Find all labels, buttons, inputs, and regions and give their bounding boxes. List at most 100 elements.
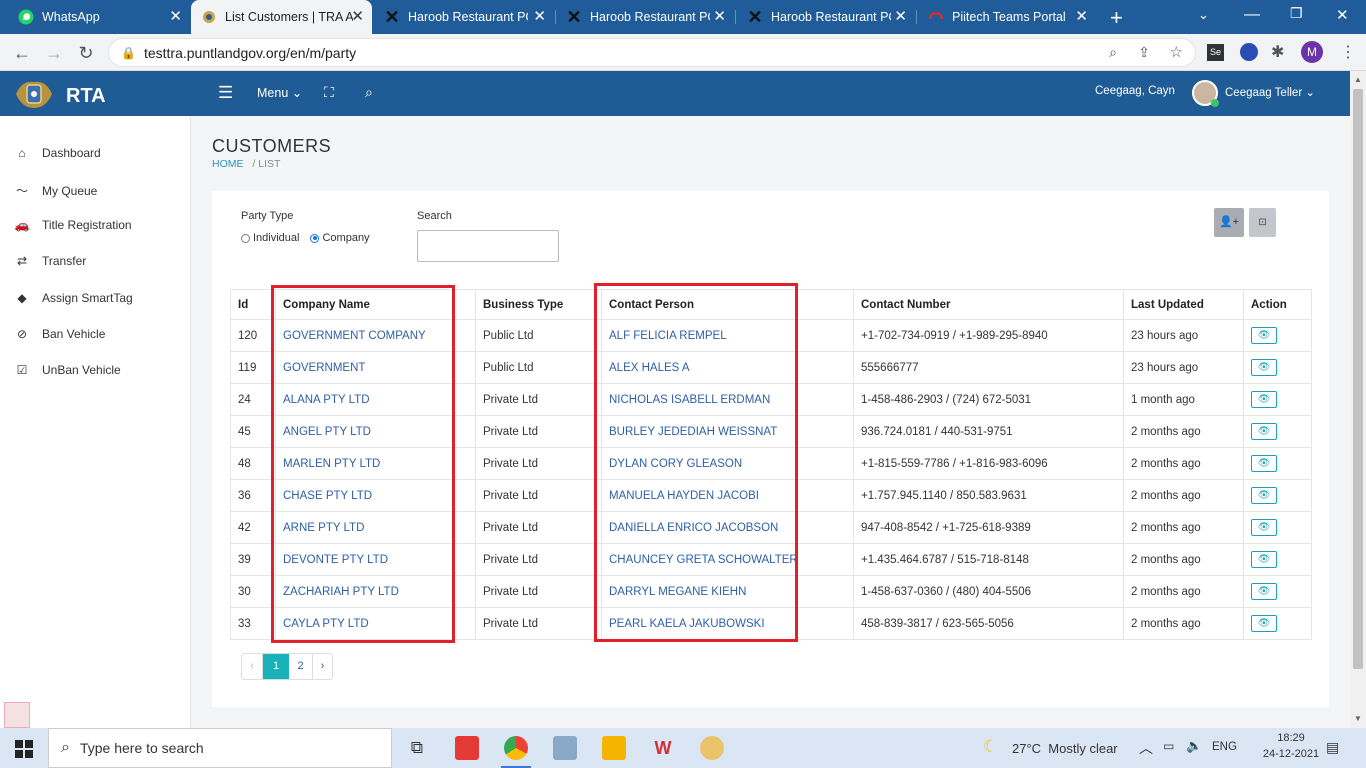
- sidebar-item-assign-smarttag[interactable]: ◆ Assign SmartTag: [14, 291, 132, 305]
- windows-start-icon[interactable]: [15, 740, 33, 758]
- menu-dropdown[interactable]: Menu ⌄: [257, 85, 302, 100]
- tray-chevron-icon[interactable]: ︿: [1139, 738, 1153, 758]
- pagination-page-1[interactable]: 1: [263, 654, 289, 679]
- cell-business-type: Private Ltd: [475, 543, 602, 576]
- x-logo-icon: ✕: [384, 6, 400, 27]
- sidebar-item-dashboard[interactable]: ⌂ Dashboard: [14, 146, 100, 160]
- taskbar-search-placeholder: Type here to search: [79, 740, 204, 756]
- col-header-contact-number[interactable]: Contact Number: [853, 289, 1124, 320]
- sidebar-item-ban-vehicle[interactable]: ⊘ Ban Vehicle: [14, 327, 105, 341]
- extensions-puzzle-icon[interactable]: ✱: [1271, 42, 1284, 62]
- view-eye-icon[interactable]: 👁: [1251, 455, 1277, 472]
- volume-muted-icon[interactable]: 🔈: [1186, 738, 1202, 754]
- tab-piitech[interactable]: Piitech Teams Portal ✕: [918, 0, 1096, 34]
- file-explorer-icon[interactable]: [602, 736, 626, 760]
- rta-logo[interactable]: [12, 76, 56, 112]
- weather-widget[interactable]: 27°C Mostly clear: [1012, 741, 1118, 756]
- task-view-icon[interactable]: ⧉: [405, 736, 429, 760]
- bookmark-star-icon[interactable]: ☆: [1170, 43, 1183, 61]
- view-eye-icon[interactable]: 👁: [1251, 615, 1277, 632]
- back-icon[interactable]: ←: [10, 41, 34, 65]
- url-input[interactable]: 🔒 testtra.puntlandgov.org/en/m/party ⌕ ⇪…: [108, 38, 1196, 67]
- close-icon[interactable]: ✕: [713, 9, 726, 24]
- brand-title: RTA: [66, 85, 106, 107]
- notes-app-icon[interactable]: [553, 736, 577, 760]
- radio-individual[interactable]: [241, 233, 250, 243]
- restore-icon[interactable]: ❐: [1290, 5, 1303, 22]
- view-eye-icon[interactable]: 👁: [1251, 423, 1277, 440]
- pagination: ‹ 1 2 ›: [241, 653, 333, 680]
- col-header-action: Action: [1243, 289, 1312, 320]
- col-header-last-updated[interactable]: Last Updated: [1123, 289, 1244, 320]
- search-input[interactable]: [417, 230, 559, 262]
- view-eye-icon[interactable]: 👁: [1251, 391, 1277, 408]
- tab-haroob-2[interactable]: ✕ Haroob Restaurant PC ✕: [556, 0, 734, 34]
- network-icon[interactable]: ▭: [1163, 739, 1174, 753]
- sidebar-item-label: My Queue: [42, 183, 98, 198]
- view-eye-icon[interactable]: 👁: [1251, 551, 1277, 568]
- minimize-icon[interactable]: —: [1244, 6, 1260, 24]
- language-indicator[interactable]: ENG: [1212, 741, 1237, 753]
- app-widget-icon[interactable]: [4, 702, 30, 728]
- tab-haroob-1[interactable]: ✕ Haroob Restaurant PC ✕: [374, 0, 554, 34]
- fullscreen-icon[interactable]: ⛶: [324, 84, 334, 101]
- col-header-business-type[interactable]: Business Type: [475, 289, 602, 320]
- taskbar-search-box[interactable]: ⌕ Type here to search: [48, 728, 392, 768]
- sidebar-item-title-registration[interactable]: 🚗 Title Registration: [14, 218, 132, 232]
- share-icon[interactable]: ⇪: [1138, 44, 1150, 61]
- search-icon[interactable]: ⌕: [365, 84, 373, 101]
- tab-search-chevron-icon[interactable]: ⌄: [1198, 7, 1209, 23]
- reload-icon[interactable]: ↻: [74, 41, 98, 65]
- view-eye-icon[interactable]: 👁: [1251, 359, 1277, 376]
- tab-list-customers[interactable]: List Customers | TRA A ✕: [191, 0, 372, 34]
- zoom-icon[interactable]: ⌕: [1109, 44, 1117, 61]
- close-icon[interactable]: ✕: [169, 9, 182, 24]
- window-close-icon[interactable]: ✕: [1336, 6, 1349, 24]
- cell-id: 30: [230, 575, 276, 608]
- tab-haroob-3[interactable]: ✕ Haroob Restaurant PC ✕: [737, 0, 915, 34]
- radio-individual-label: Individual: [253, 232, 300, 244]
- pagination-next[interactable]: ›: [313, 654, 332, 679]
- view-eye-icon[interactable]: 👁: [1251, 487, 1277, 504]
- scrollbar-thumb[interactable]: [1353, 89, 1363, 669]
- sidebar-item-transfer[interactable]: ⇄ Transfer: [14, 254, 86, 268]
- extension-shield-icon[interactable]: [1240, 43, 1258, 61]
- view-eye-icon[interactable]: 👁: [1251, 327, 1277, 344]
- address-bar-row: ← → ↻ 🔒 testtra.puntlandgov.org/en/m/par…: [0, 34, 1366, 71]
- profile-avatar[interactable]: M: [1301, 41, 1323, 63]
- sidebar-item-unban-vehicle[interactable]: ☑ UnBan Vehicle: [14, 363, 121, 377]
- pagination-page-2[interactable]: 2: [289, 654, 313, 679]
- page-scrollbar[interactable]: ▲ ▼: [1350, 71, 1366, 728]
- tab-whatsapp[interactable]: WhatsApp ✕: [8, 0, 190, 34]
- chrome-icon[interactable]: [504, 736, 528, 760]
- close-icon[interactable]: ✕: [894, 9, 907, 24]
- browser-menu-icon[interactable]: ⋮: [1340, 42, 1356, 62]
- close-icon[interactable]: ✕: [351, 9, 364, 24]
- cell-updated: 2 months ago: [1123, 543, 1244, 576]
- view-eye-icon[interactable]: 👁: [1251, 519, 1277, 536]
- paint-icon[interactable]: [700, 736, 724, 760]
- new-tab-icon[interactable]: +: [1110, 5, 1123, 31]
- tab-title: WhatsApp: [42, 10, 100, 24]
- cell-id: 48: [230, 447, 276, 480]
- sidebar-item-my-queue[interactable]: 〜 My Queue: [14, 182, 97, 199]
- extension-se-icon[interactable]: Se: [1207, 44, 1224, 61]
- notifications-icon[interactable]: ▤: [1326, 739, 1339, 756]
- close-icon[interactable]: ✕: [533, 9, 546, 24]
- forward-icon[interactable]: →: [42, 41, 66, 65]
- clock[interactable]: 18:29 24-12-2021: [1262, 732, 1320, 760]
- col-header-id[interactable]: Id: [230, 289, 276, 320]
- radio-company[interactable]: [310, 233, 320, 243]
- anydesk-icon[interactable]: [455, 736, 479, 760]
- close-icon[interactable]: ✕: [1075, 9, 1088, 24]
- export-button[interactable]: ⊡: [1249, 208, 1276, 237]
- cell-phone: +1.435.464.6787 / 515-718-8148: [853, 543, 1124, 576]
- hamburger-icon[interactable]: ☰: [218, 83, 233, 103]
- breadcrumb-home[interactable]: HOME: [212, 158, 244, 170]
- wps-office-icon[interactable]: W: [651, 736, 675, 760]
- cell-updated: 1 month ago: [1123, 383, 1244, 416]
- add-user-button[interactable]: 👤+: [1214, 208, 1244, 237]
- user-menu[interactable]: Ceegaag Teller ⌄: [1225, 85, 1315, 99]
- pagination-prev[interactable]: ‹: [242, 654, 263, 679]
- view-eye-icon[interactable]: 👁: [1251, 583, 1277, 600]
